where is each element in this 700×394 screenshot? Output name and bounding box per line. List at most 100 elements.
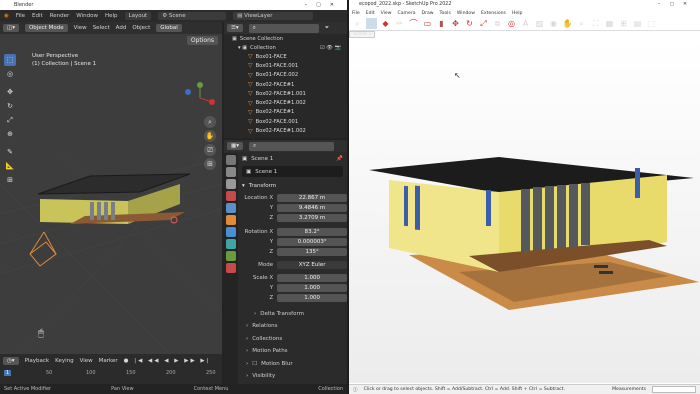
menu-file[interactable]: File: [16, 13, 25, 19]
tape-measure-icon[interactable]: ◎: [506, 18, 517, 29]
location-z-field[interactable]: 3.2709 m: [277, 214, 347, 222]
checkbox-icon[interactable]: ☐: [252, 361, 257, 367]
current-frame-indicator[interactable]: 1: [4, 370, 12, 376]
timeline[interactable]: ◷▾ Playback Keying View Marker ● |◀ ◀◀ ◀…: [0, 354, 222, 384]
outliner-search-input[interactable]: ⌕: [248, 23, 319, 33]
material-tab-icon[interactable]: [226, 263, 236, 273]
motion-blur-section[interactable]: › ☐ Motion Blur: [240, 357, 347, 370]
properties-editor-button[interactable]: ▦▾: [227, 142, 243, 150]
menu-window[interactable]: Window: [76, 13, 98, 19]
eraser-icon[interactable]: ◆: [380, 18, 391, 29]
scale-y-field[interactable]: 1.000: [277, 284, 347, 292]
sketchup-canvas[interactable]: ↖: [349, 40, 700, 383]
filter-icon[interactable]: ⏷: [325, 25, 329, 32]
object-name-field[interactable]: ▣ Scene 1: [242, 166, 343, 177]
viewlayer-selector[interactable]: ▤ ViewLayer: [233, 12, 314, 20]
motion-paths-section[interactable]: › Motion Paths: [240, 344, 347, 358]
camera-view-icon[interactable]: ⎚: [204, 144, 216, 156]
menu-help[interactable]: Help: [105, 13, 118, 19]
pencil-icon[interactable]: ✏: [394, 18, 405, 29]
menu-edit[interactable]: Edit: [366, 11, 375, 16]
object-tab-icon[interactable]: [226, 215, 236, 225]
timeline-editor-button[interactable]: ◷▾: [3, 356, 19, 365]
visibility-icon[interactable]: ☑ 👁 📷: [320, 45, 347, 51]
scale-x-field[interactable]: 1.000: [277, 274, 347, 282]
rotate-icon[interactable]: ↻: [464, 18, 475, 29]
outliner-item[interactable]: ▽ Box02-FACE#1.002: [224, 126, 347, 135]
timeline-ruler[interactable]: 1 50 100 150 200 250: [0, 367, 222, 379]
window-controls[interactable]: –▢✕: [305, 0, 343, 10]
render-tab-icon[interactable]: [226, 167, 236, 177]
zoom-icon[interactable]: ⌕: [576, 18, 587, 29]
visibility-section[interactable]: › Visibility: [240, 369, 347, 383]
viewport-menu-add[interactable]: Add: [116, 25, 127, 31]
menu-window[interactable]: Window: [457, 11, 475, 16]
timeline-menu-marker[interactable]: Marker: [99, 358, 118, 364]
output-tab-icon[interactable]: [226, 179, 236, 189]
offset-icon[interactable]: ⧉: [492, 18, 503, 29]
delta-transform-section[interactable]: › Delta Transform: [240, 307, 347, 320]
pan-hand-icon[interactable]: ✋: [204, 130, 216, 142]
3d-viewport[interactable]: ◫▾ Object Mode View Select Add Object Gl…: [0, 22, 222, 354]
scene-tab-1[interactable]: Scene 1: [349, 31, 376, 38]
physics-tab-icon[interactable]: [226, 239, 236, 249]
collection-row[interactable]: ▾ ▣ Collection ☑ 👁 📷: [224, 43, 347, 52]
transform-orientation-dropdown[interactable]: Global: [156, 24, 182, 32]
workspace-tab-layout[interactable]: Layout: [124, 12, 152, 20]
properties-search-input[interactable]: ⌕: [248, 141, 334, 151]
menu-view[interactable]: View: [381, 11, 392, 16]
playback-controls[interactable]: ● |◀ ◀◀ ◀ ▶ ▶▶ ▶|: [124, 358, 211, 364]
outliner-item[interactable]: ▽ Box01-FACE: [224, 52, 347, 61]
outliner-item[interactable]: ▽ Box01-FACE.001: [224, 61, 347, 70]
blender-logo-icon[interactable]: ◉: [4, 13, 9, 19]
editor-type-button[interactable]: ◫▾: [3, 24, 19, 32]
outliner-item[interactable]: ▽ Box02-FACE#1: [224, 108, 347, 117]
scene-collection-row[interactable]: ▣ Scene Collection: [224, 34, 347, 43]
object-mode-dropdown[interactable]: Object Mode: [24, 24, 68, 32]
zoom-extents-icon[interactable]: ⛶: [590, 18, 601, 29]
rotation-y-field[interactable]: 0.000003°: [277, 238, 347, 246]
text-icon[interactable]: A: [520, 18, 531, 29]
constraints-tab-icon[interactable]: [226, 251, 236, 261]
transform-panel-header[interactable]: ▾ Transform: [240, 181, 347, 191]
section-icon[interactable]: ⬚: [646, 18, 657, 29]
scale-icon[interactable]: ⤢: [478, 18, 489, 29]
outliner-item[interactable]: ▽ Box01-FACE.002: [224, 71, 347, 80]
rotation-z-field[interactable]: 135°: [277, 248, 347, 256]
menu-extensions[interactable]: Extensions: [481, 11, 506, 16]
geolocation-icon[interactable]: ⓘ: [353, 387, 358, 393]
rotation-x-field[interactable]: 83.2°: [277, 228, 347, 236]
zoom-icon[interactable]: ⌕: [204, 116, 216, 128]
window-controls[interactable]: –▢✕: [658, 0, 696, 9]
location-y-field[interactable]: 9.4846 m: [277, 204, 347, 212]
measurements-input[interactable]: [652, 386, 696, 393]
pan-icon[interactable]: ✋: [562, 18, 573, 29]
menu-file[interactable]: File: [352, 11, 360, 16]
outliner-item[interactable]: ▽ Box02-FACE#1.002: [224, 98, 347, 107]
menu-edit[interactable]: Edit: [32, 13, 43, 19]
camera-object[interactable]: [29, 231, 57, 267]
push-pull-icon[interactable]: ▮: [436, 18, 447, 29]
extension-icon[interactable]: ⊞: [618, 18, 629, 29]
arc-icon[interactable]: ⌒: [408, 18, 419, 29]
paint-bucket-icon[interactable]: ▨: [534, 18, 545, 29]
tool-tab-icon[interactable]: [226, 155, 236, 165]
move-icon[interactable]: ✥: [450, 18, 461, 29]
3d-cursor[interactable]: [170, 216, 178, 224]
timeline-menu-view[interactable]: View: [80, 358, 93, 364]
ortho-grid-icon[interactable]: ⊞: [204, 158, 216, 170]
outliner-item[interactable]: ▽ Box02-FACE#1.001: [224, 89, 347, 98]
scene-selector[interactable]: ⚙ Scene: [158, 12, 227, 20]
scene-tab-icon[interactable]: [226, 191, 236, 201]
rectangle-icon[interactable]: ▭: [422, 18, 433, 29]
relations-section[interactable]: › Relations: [240, 319, 347, 333]
viewport-menu-select[interactable]: Select: [93, 25, 110, 31]
menu-render[interactable]: Render: [50, 13, 70, 19]
scale-z-field[interactable]: 1.000: [277, 294, 347, 302]
timeline-menu-playback[interactable]: Playback: [25, 358, 50, 364]
outliner-editor-button[interactable]: ☰▾: [227, 24, 243, 32]
search-icon[interactable]: ⌕: [352, 18, 363, 29]
viewport-menu-object[interactable]: Object: [132, 25, 150, 31]
menu-tools[interactable]: Tools: [440, 11, 451, 16]
rotation-mode-dropdown[interactable]: XYZ Euler: [277, 261, 347, 269]
